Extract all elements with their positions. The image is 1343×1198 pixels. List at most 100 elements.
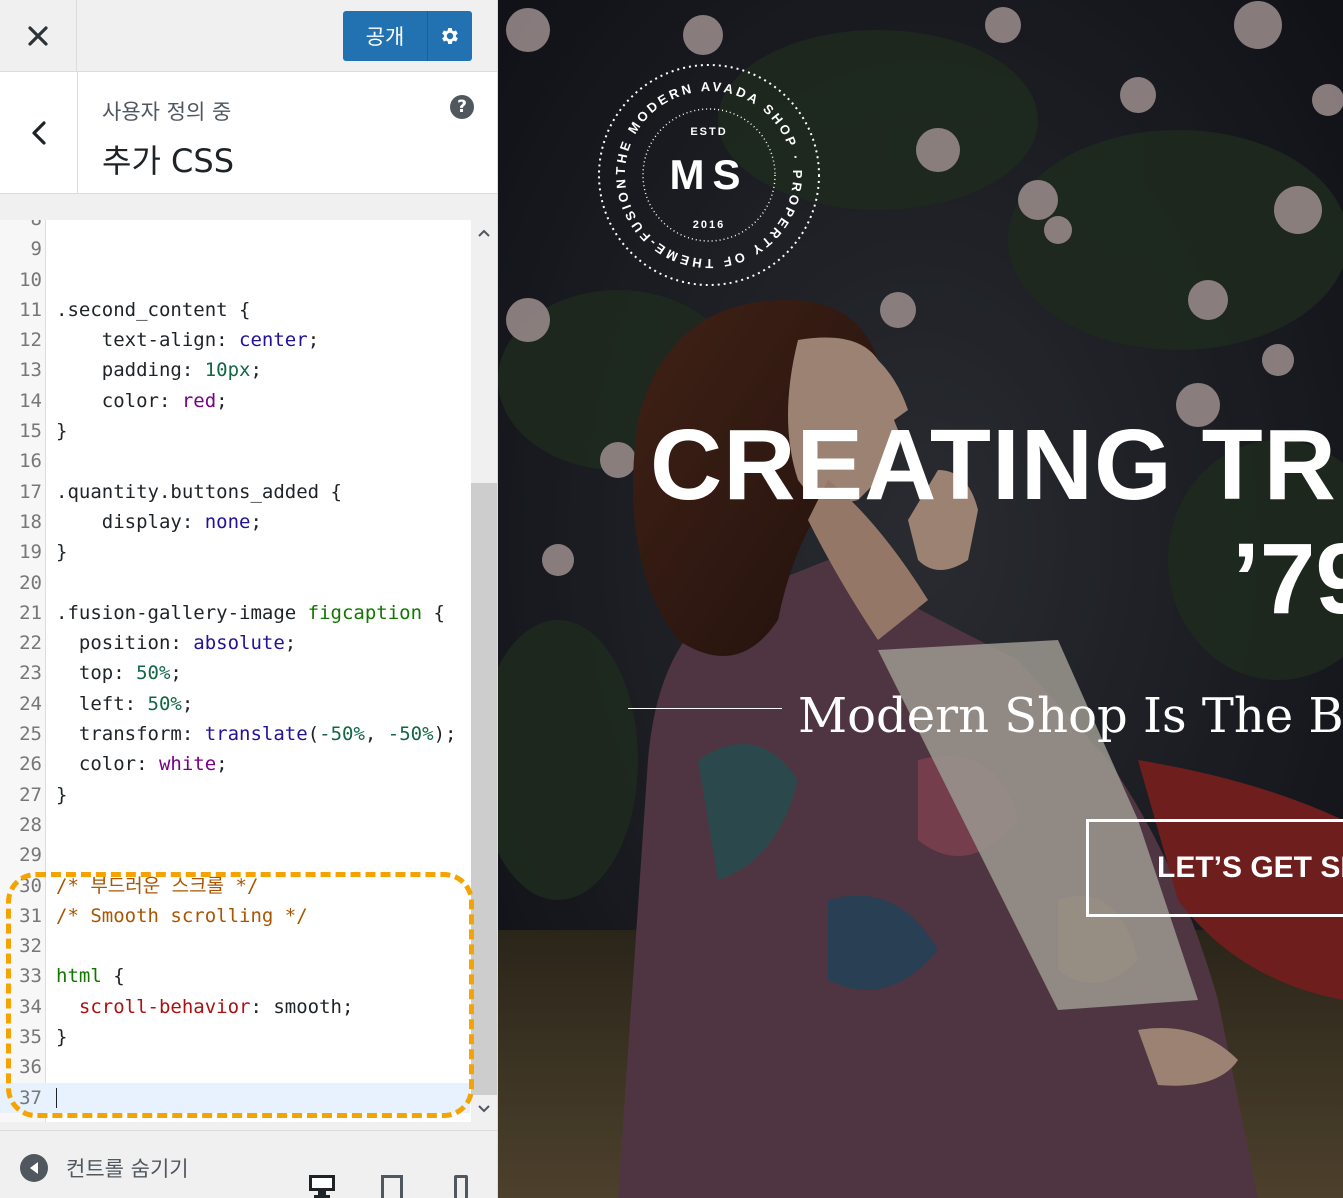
scroll-up-button[interactable]	[471, 220, 497, 246]
code-line[interactable]: 22 position: absolute;	[0, 628, 470, 658]
line-code	[56, 1083, 57, 1113]
code-line[interactable]: 18 display: none;	[0, 507, 470, 537]
line-number: 33	[19, 965, 42, 988]
code-lines: 891011.second_content {12 text-align: ce…	[0, 220, 470, 1113]
code-line[interactable]: 32	[0, 931, 470, 961]
customizer-topbar: 공개	[0, 0, 497, 72]
publish-button[interactable]: 공개	[343, 11, 427, 61]
code-token: -50%	[387, 723, 434, 746]
code-line[interactable]: 23 top: 50%;	[0, 658, 470, 688]
code-line[interactable]: 34 scroll-behavior: smooth;	[0, 992, 470, 1022]
code-token: 10px	[204, 359, 251, 382]
code-line[interactable]: 28	[0, 810, 470, 840]
code-line[interactable]: 31 /* Smooth scrolling */	[0, 901, 470, 931]
code-token: }	[56, 541, 68, 564]
customizer-panel: 공개 사용자 정의 중 추가 CSS ? 8 9 10 11 .second_conte…	[0, 0, 498, 1198]
code-line[interactable]: 20	[0, 568, 470, 598]
code-token: ;	[307, 329, 320, 352]
line-code: top: 50%;	[56, 658, 182, 688]
line-code: left: 50%;	[56, 689, 193, 719]
code-token: position	[56, 632, 171, 655]
code-line[interactable]: 11 .second_content {	[0, 295, 470, 325]
line-code: }	[56, 1022, 67, 1052]
code-token: :	[216, 329, 240, 352]
code-token: :	[136, 753, 159, 776]
line-code: .fusion-gallery-image figcaption {	[56, 598, 445, 628]
code-line[interactable]: 19}	[0, 537, 470, 567]
back-button[interactable]	[0, 72, 78, 194]
line-number: 35	[19, 1026, 42, 1049]
code-token: :	[250, 995, 274, 1018]
scroll-down-button[interactable]	[471, 1096, 497, 1122]
code-line[interactable]: 8	[0, 220, 470, 234]
publish-settings-button[interactable]	[427, 11, 472, 61]
code-line[interactable]: 29	[0, 840, 470, 870]
code-line[interactable]: 26 color: white;	[0, 749, 470, 779]
code-token: ;	[250, 359, 262, 382]
logo-year: 2016	[693, 219, 725, 231]
chevron-up-icon	[478, 229, 490, 237]
line-number: 18	[19, 510, 42, 533]
code-token: top	[56, 662, 114, 685]
preview-tablet-button[interactable]	[377, 1173, 407, 1198]
line-number: 34	[19, 995, 42, 1018]
code-token: ;	[250, 510, 262, 533]
code-token: display	[56, 510, 182, 533]
code-line[interactable]: 35}	[0, 1022, 470, 1052]
code-line[interactable]: 24 left: 50%;	[0, 689, 470, 719]
hero-divider	[628, 708, 782, 709]
line-number: 20	[19, 571, 42, 594]
code-token: ;	[216, 753, 228, 776]
code-line[interactable]: 9	[0, 234, 470, 264]
site-preview[interactable]: THE MODERN AVADA SHOP · PROPERTY OF THEM…	[498, 0, 1343, 1198]
code-line[interactable]: 17 .quantity.buttons_added {	[0, 477, 470, 507]
publish-button-group: 공개	[343, 11, 472, 61]
code-line[interactable]: 16	[0, 446, 470, 476]
code-line[interactable]: 14 color: red;	[0, 386, 470, 416]
preview-mobile-button[interactable]	[446, 1173, 476, 1198]
help-icon[interactable]: ?	[450, 95, 474, 119]
code-token: color	[56, 753, 137, 776]
code-line[interactable]: 30 /* 부드러운 스크롤 */	[0, 871, 470, 901]
line-code: color: red;	[56, 386, 228, 416]
code-token: :	[181, 359, 205, 382]
chevron-down-icon	[478, 1105, 490, 1113]
code-line[interactable]: 10	[0, 265, 470, 295]
code-line[interactable]: 25 transform: translate(-50%, -50%);	[0, 719, 470, 749]
code-token: }	[56, 783, 68, 806]
line-number: 13	[19, 359, 42, 382]
line-number: 30	[19, 874, 42, 897]
code-line[interactable]: 15}	[0, 416, 470, 446]
hero-year: ’79	[1232, 523, 1343, 635]
line-code: position: absolute;	[56, 628, 296, 658]
desktop-icon	[309, 1175, 335, 1198]
code-line[interactable]: 33 html {	[0, 961, 470, 991]
code-line[interactable]: 13 padding: 10px;	[0, 355, 470, 385]
line-code: html {	[56, 961, 125, 991]
code-line[interactable]: 21 .fusion-gallery-image figcaption {	[0, 598, 470, 628]
line-code: transform: translate(-50%, -50%);	[56, 719, 457, 749]
code-token: white	[158, 753, 217, 776]
css-code-editor[interactable]: 891011.second_content {12 text-align: ce…	[0, 220, 497, 1122]
customizer-footer: 컨트롤 숨기기	[0, 1130, 497, 1198]
line-code: }	[56, 537, 67, 567]
line-number: 31	[19, 904, 42, 927]
hero-cta-button[interactable]: LET’S GET SH	[1086, 819, 1343, 917]
line-number: 8	[0, 220, 42, 234]
code-line[interactable]: 27}	[0, 780, 470, 810]
code-token: text-align	[56, 329, 217, 352]
line-number: 29	[19, 844, 42, 867]
code-line[interactable]: 36	[0, 1052, 470, 1082]
code-token: ,	[364, 723, 388, 746]
scroll-thumb[interactable]	[471, 483, 497, 1095]
code-line[interactable]: 12 text-align: center;	[0, 325, 470, 355]
hide-controls-button[interactable]: 컨트롤 숨기기	[20, 1153, 189, 1183]
code-token: {	[101, 965, 125, 988]
line-number: 24	[19, 692, 42, 715]
line-code: .quantity.buttons_added {	[56, 477, 342, 507]
code-token: red	[181, 389, 217, 412]
close-button[interactable]	[0, 0, 77, 72]
code-line[interactable]: 37	[0, 1082, 470, 1113]
editor-scrollbar[interactable]	[471, 220, 497, 1122]
preview-desktop-button[interactable]	[307, 1173, 337, 1198]
